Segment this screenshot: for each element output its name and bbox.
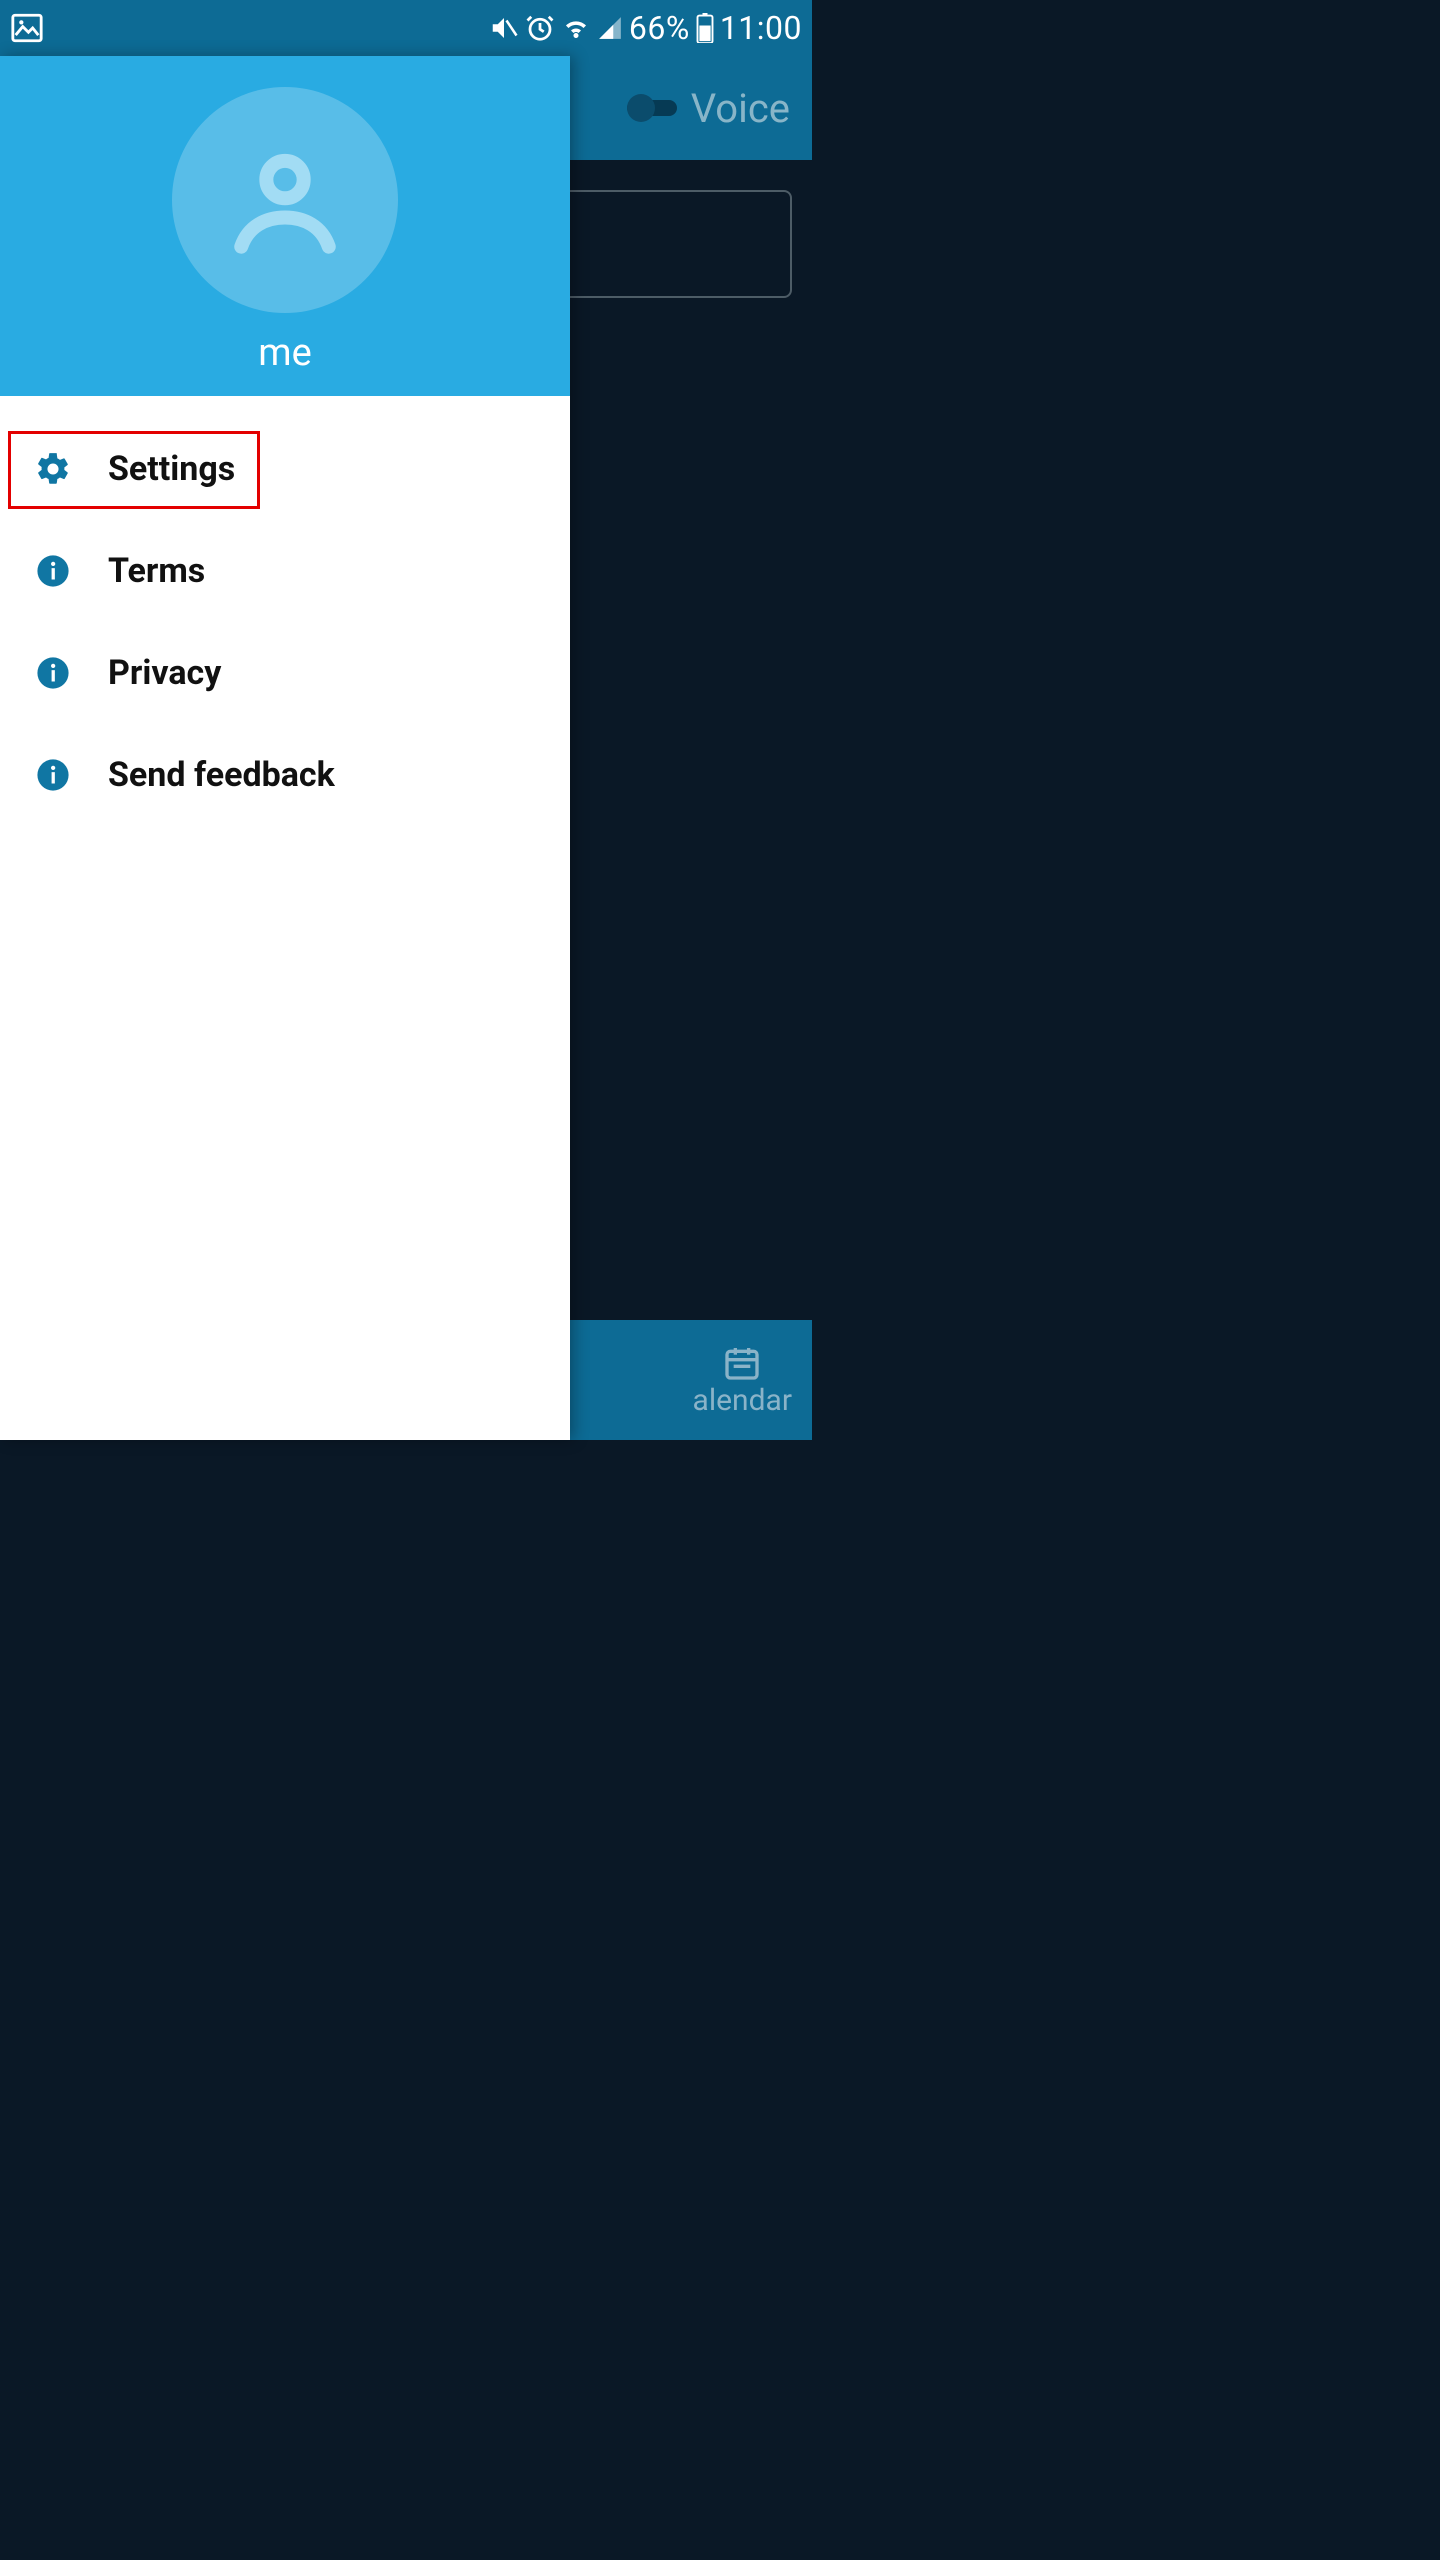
wifi-icon [561, 13, 591, 43]
info-icon [34, 756, 72, 794]
info-icon [34, 552, 72, 590]
username-label: me [258, 331, 311, 375]
navigation-drawer: me Settings Terms [0, 56, 570, 1440]
gear-icon [34, 450, 72, 488]
menu-item-feedback[interactable]: Send feedback [0, 724, 570, 826]
battery-percent: 66% [629, 9, 690, 47]
menu-item-settings[interactable]: Settings [0, 418, 570, 520]
drawer-header: me [0, 56, 570, 396]
menu-item-label: Send feedback [108, 755, 335, 795]
avatar[interactable] [172, 87, 398, 313]
menu-item-label: Settings [108, 449, 235, 489]
signal-icon [597, 15, 623, 41]
status-bar: 66% 11:00 [0, 0, 812, 56]
drawer-menu: Settings Terms Privacy [0, 396, 570, 826]
mute-vibrate-icon [489, 13, 519, 43]
picture-icon [10, 11, 44, 45]
menu-item-label: Privacy [108, 653, 221, 693]
menu-item-terms[interactable]: Terms [0, 520, 570, 622]
menu-item-label: Terms [108, 551, 205, 591]
alarm-icon [525, 13, 555, 43]
person-icon [215, 130, 355, 270]
menu-item-privacy[interactable]: Privacy [0, 622, 570, 724]
battery-icon [696, 13, 714, 43]
info-icon [34, 654, 72, 692]
clock-time: 11:00 [720, 9, 802, 47]
